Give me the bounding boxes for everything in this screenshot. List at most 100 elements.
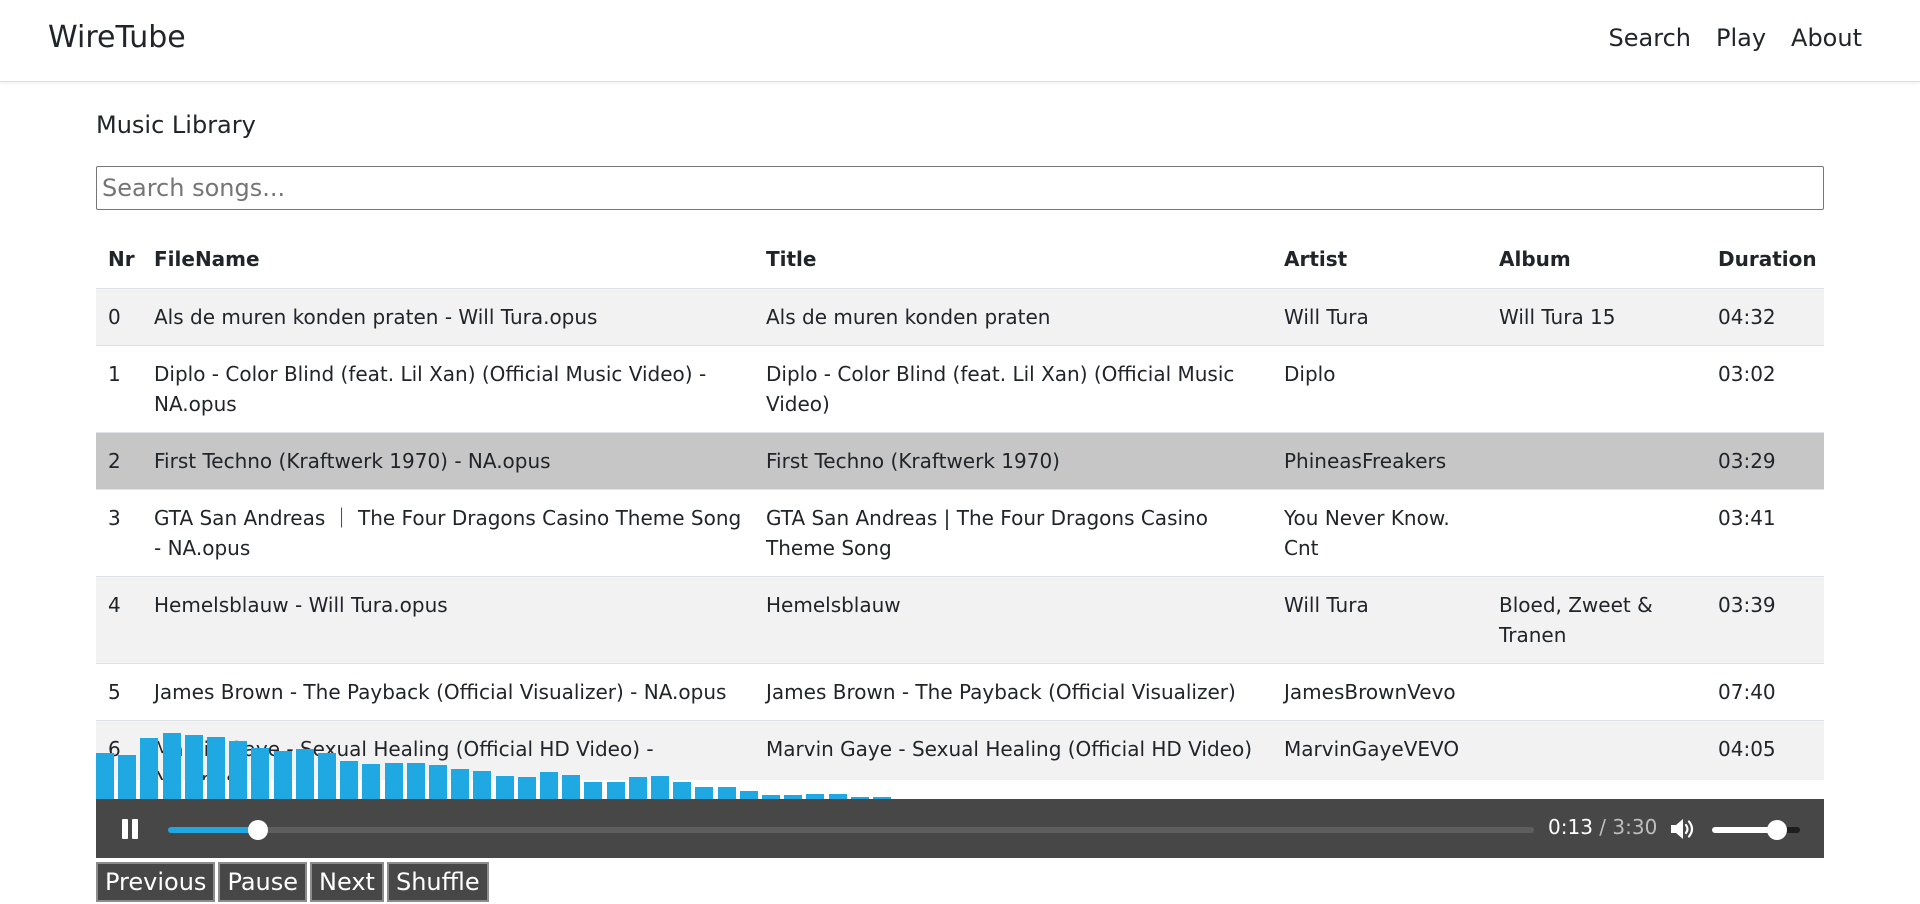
visualizer-bar: [273, 751, 292, 799]
cell-duration: 03:41: [1706, 489, 1824, 577]
time-display: 0:13 / 3:30: [1548, 815, 1657, 839]
visualizer-bar: [473, 771, 492, 799]
pause-button[interactable]: Pause: [218, 862, 308, 902]
cell-album: [1487, 345, 1706, 433]
table-row[interactable]: 0 Als de muren konden praten - Will Tura.…: [96, 288, 1824, 346]
cell-title: Als de muren konden praten: [754, 288, 1272, 346]
playback-controls: Previous Pause Next Shuffle: [96, 862, 489, 902]
next-button[interactable]: Next: [310, 862, 384, 902]
cell-nr: 3: [96, 489, 142, 577]
cell-duration: 04:32: [1706, 288, 1824, 346]
cell-filename: GTA San Andreas ｜ The Four Dragons Casin…: [142, 489, 754, 577]
volume-slider[interactable]: [1712, 820, 1800, 840]
table-row[interactable]: 5 James Brown - The Payback (Official Vis…: [96, 663, 1824, 721]
cell-artist: PhineasFreakers: [1272, 432, 1487, 490]
visualizer-bar: [429, 765, 447, 799]
cell-duration: 07:40: [1706, 663, 1824, 721]
cell-album: Will Tura 15: [1487, 288, 1706, 346]
visualizer-bar: [184, 735, 203, 799]
song-table-wrapper: Nr FileName Title Artist Album Duration …: [96, 230, 1824, 780]
cell-filename: Hemelsblauw - Will Tura.opus: [142, 576, 754, 664]
current-time: 0:13: [1548, 815, 1593, 839]
nav-about-link[interactable]: About: [1791, 24, 1862, 52]
cell-artist: Diplo: [1272, 345, 1487, 433]
visualizer-bar: [207, 737, 225, 799]
table-row[interactable]: 1 Diplo - Color Blind (feat. Lil Xan) (Of…: [96, 345, 1824, 433]
visualizer-bar: [362, 764, 381, 799]
visualizer-bar: [562, 775, 581, 799]
speaker-icon[interactable]: [1669, 817, 1695, 841]
table-row[interactable]: 2 First Techno (Kraftwerk 1970) - NA.opus…: [96, 432, 1824, 490]
cell-title: Hemelsblauw: [754, 576, 1272, 664]
visualizer-bar: [96, 753, 114, 799]
column-header-nr[interactable]: Nr: [96, 230, 142, 289]
pause-icon[interactable]: [120, 819, 140, 839]
visualizer-bar: [495, 776, 514, 799]
visualizer-bar: [406, 763, 425, 799]
previous-button[interactable]: Previous: [96, 862, 216, 902]
brand-logo[interactable]: WireTube: [48, 20, 186, 55]
visualizer-bar: [628, 777, 647, 799]
visualizer-bar: [162, 733, 181, 799]
seek-slider[interactable]: [168, 820, 1534, 840]
cell-album: Bloed, Zweet & Tranen: [1487, 576, 1706, 664]
visualizer-bar: [517, 777, 536, 799]
nav-search-link[interactable]: Search: [1609, 24, 1691, 52]
cell-title: GTA San Andreas | The Four Dragons Casin…: [754, 489, 1272, 577]
column-header-duration[interactable]: Duration: [1706, 230, 1824, 289]
song-list: 0 Als de muren konden praten - Will Tura.…: [96, 288, 1824, 780]
visualizer-bar: [695, 787, 714, 799]
table-row[interactable]: 3 GTA San Andreas ｜ The Four Dragons Casi…: [96, 489, 1824, 577]
column-header-title[interactable]: Title: [754, 230, 1272, 289]
visualizer-bar: [717, 787, 736, 799]
cell-artist: JamesBrownVevo: [1272, 663, 1487, 721]
cell-filename: James Brown - The Payback (Official Visu…: [142, 663, 754, 721]
visualizer-bar: [140, 738, 159, 799]
table-row[interactable]: 4 Hemelsblauw - Will Tura.opus Hemelsblauw…: [96, 576, 1824, 664]
visualizer-bar: [739, 791, 758, 799]
cell-filename: Diplo - Color Blind (feat. Lil Xan) (Off…: [142, 345, 754, 433]
visualizer-bar: [606, 782, 625, 799]
audio-player: 0:13 / 3:30: [96, 799, 1824, 858]
visualizer-bar: [295, 749, 314, 799]
visualizer-bar: [118, 755, 137, 799]
table-header-row: Nr FileName Title Artist Album Duration: [96, 230, 1824, 289]
seek-progress: [168, 827, 259, 833]
cell-nr: 2: [96, 432, 142, 490]
shuffle-button[interactable]: Shuffle: [386, 862, 489, 902]
page-title: Music Library: [96, 111, 256, 139]
visualizer-bar: [540, 772, 558, 799]
column-header-filename[interactable]: FileName: [142, 230, 754, 289]
song-table: Nr FileName Title Artist Album Duration …: [96, 230, 1824, 780]
total-duration: 3:30: [1612, 815, 1658, 839]
cell-title: First Techno (Kraftwerk 1970): [754, 432, 1272, 490]
cell-duration: 03:39: [1706, 576, 1824, 664]
column-header-album[interactable]: Album: [1487, 230, 1706, 289]
seek-handle[interactable]: [248, 820, 269, 840]
volume-handle[interactable]: [1767, 820, 1788, 840]
cell-artist: Will Tura: [1272, 576, 1487, 664]
nav-links: Search Play About: [1609, 24, 1862, 52]
audio-visualizer: [96, 716, 1824, 799]
nav-play-link[interactable]: Play: [1716, 24, 1766, 52]
cell-album: [1487, 663, 1706, 721]
cell-duration: 03:02: [1706, 345, 1824, 433]
cell-duration: 03:29: [1706, 432, 1824, 490]
visualizer-bar: [229, 741, 248, 799]
time-separator: /: [1592, 815, 1613, 839]
cell-title: Diplo - Color Blind (feat. Lil Xan) (Off…: [754, 345, 1272, 433]
cell-filename: Als de muren konden praten - Will Tura.o…: [142, 288, 754, 346]
cell-album: [1487, 432, 1706, 490]
visualizer-bar: [451, 769, 470, 799]
cell-album: [1487, 489, 1706, 577]
cell-filename: First Techno (Kraftwerk 1970) - NA.opus: [142, 432, 754, 490]
column-header-artist[interactable]: Artist: [1272, 230, 1487, 289]
search-input[interactable]: [96, 166, 1824, 210]
cell-nr: 4: [96, 576, 142, 664]
visualizer-bar: [673, 782, 692, 799]
visualizer-bar: [251, 748, 270, 799]
navbar: WireTube Search Play About: [0, 0, 1920, 82]
visualizer-bar: [384, 763, 403, 799]
cell-title: James Brown - The Payback (Official Visu…: [754, 663, 1272, 721]
cell-nr: 5: [96, 663, 142, 721]
